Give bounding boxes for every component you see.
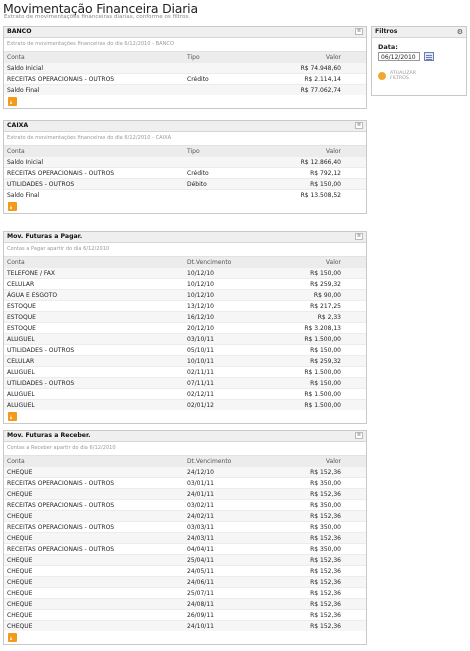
panel-title: CAIXA: [7, 122, 29, 129]
table-row: ESTOQUE 20/12/10 R$ 3.208,13: [4, 322, 366, 333]
table-row: Saldo Inicial R$ 74.948,60: [4, 62, 366, 73]
value-cell: R$ 77.062,74: [300, 87, 341, 94]
filters-panel: Filtros ⚙ Data: 06/12/2010 ATUALIZAR FIL…: [371, 26, 467, 96]
panel-1: CAIXA ≡ Extrato de movimentações finance…: [3, 120, 367, 214]
panel-header: Mov. Futuras a Receber. ≡: [4, 431, 366, 442]
account-cell: ALUGUEL: [7, 402, 35, 409]
panel-2: Mov. Futuras a Pagar. ≡ Contas a Pagar a…: [3, 231, 367, 424]
type-cell: 02/01/12: [187, 402, 214, 409]
refresh-icon: [378, 72, 386, 80]
table-row: CHEQUE 25/04/11 R$ 152,36: [4, 554, 366, 565]
table-row: Saldo Final R$ 77.062,74: [4, 84, 366, 95]
rss-icon[interactable]: [8, 97, 17, 106]
account-cell: Saldo Final: [7, 87, 40, 94]
table-row: CHEQUE 24/08/11 R$ 152,36: [4, 598, 366, 609]
panel-title: Mov. Futuras a Receber.: [7, 432, 91, 439]
value-cell: R$ 13.508,52: [300, 192, 341, 199]
rss-icon[interactable]: [8, 633, 17, 642]
table-row: CELULAR 10/10/11 R$ 259,32: [4, 355, 366, 366]
rss-icon[interactable]: [8, 202, 17, 211]
table-row: CHEQUE 24/12/10 R$ 152,36: [4, 466, 366, 477]
panel-3: Mov. Futuras a Receber. ≡ Contas a Receb…: [3, 430, 367, 645]
account-cell: Saldo Final: [7, 192, 40, 199]
table-row: ÁGUA E ESGOTO 10/12/10 R$ 90,00: [4, 289, 366, 300]
table-row: ALUGUEL 02/12/11 R$ 1.500,00: [4, 388, 366, 399]
table-row: ALUGUEL 02/01/12 R$ 1.500,00: [4, 399, 366, 410]
settings-icon[interactable]: ⚙: [457, 28, 463, 36]
panel-description: Extrato de movimentações financeiras do …: [7, 41, 174, 47]
filters-header: Filtros ⚙: [372, 27, 466, 38]
table-header: Conta Dt.Vencimento Valor: [4, 455, 366, 466]
table-row: RECEITAS OPERACIONAIS - OUTROS 03/03/11 …: [4, 521, 366, 532]
table-row: TELEFONE / FAX 10/12/10 R$ 150,00: [4, 267, 366, 278]
menu-icon[interactable]: ≡: [355, 122, 363, 129]
table-row: RECEITAS OPERACIONAIS - OUTROS 04/04/11 …: [4, 543, 366, 554]
table-row: CHEQUE 24/02/11 R$ 152,36: [4, 510, 366, 521]
menu-icon[interactable]: ≡: [355, 233, 363, 240]
table-row: CHEQUE 25/07/11 R$ 152,36: [4, 587, 366, 598]
table-row: RECEITAS OPERACIONAIS - OUTROS 03/02/11 …: [4, 499, 366, 510]
data-table: Conta Dt.Vencimento Valor CHEQUE 24/12/1…: [4, 455, 366, 631]
table-header: Conta Tipo Valor: [4, 145, 366, 156]
table-row: ESTOQUE 13/12/10 R$ 217,25: [4, 300, 366, 311]
table-row: Saldo Final R$ 13.508,52: [4, 189, 366, 200]
table-row: CHEQUE 24/06/11 R$ 152,36: [4, 576, 366, 587]
panel-header: BANCO ≡: [4, 27, 366, 38]
account-cell: CHEQUE: [7, 623, 33, 630]
date-input[interactable]: 06/12/2010: [378, 52, 420, 61]
table-row: CHEQUE 26/09/11 R$ 152,36: [4, 609, 366, 620]
panel-title: Mov. Futuras a Pagar.: [7, 233, 83, 240]
page-subtitle: Extrato de movimentações financeiras dia…: [4, 14, 191, 20]
rss-icon[interactable]: [8, 412, 17, 421]
table-row: CELULAR 10/12/10 R$ 259,32: [4, 278, 366, 289]
date-label: Data:: [378, 43, 398, 51]
data-table: Conta Tipo Valor Saldo Inicial R$ 12.866…: [4, 145, 366, 200]
table-row: ALUGUEL 03/10/11 R$ 1.500,00: [4, 333, 366, 344]
panel-0: BANCO ≡ Extrato de movimentações finance…: [3, 26, 367, 109]
calendar-icon[interactable]: [424, 52, 434, 61]
table-row: ALUGUEL 02/11/11 R$ 1.500,00: [4, 366, 366, 377]
table-row: CHEQUE 24/05/11 R$ 152,36: [4, 565, 366, 576]
panel-header: CAIXA ≡: [4, 121, 366, 132]
table-row: CHEQUE 24/10/11 R$ 152,36: [4, 620, 366, 631]
table-row: CHEQUE 24/03/11 R$ 152,36: [4, 532, 366, 543]
value-cell: R$ 1.500,00: [304, 402, 341, 409]
table-row: RECEITAS OPERACIONAIS - OUTROS Crédito R…: [4, 73, 366, 84]
table-row: ESTOQUE 16/12/10 R$ 2,33: [4, 311, 366, 322]
panel-header: Mov. Futuras a Pagar. ≡: [4, 232, 366, 243]
table-row: UTILIDADES - OUTROS 07/11/11 R$ 150,00: [4, 377, 366, 388]
table-row: Saldo Inicial R$ 12.866,40: [4, 156, 366, 167]
menu-icon[interactable]: ≡: [355, 28, 363, 35]
table-header: Conta Dt.Vencimento Valor: [4, 256, 366, 267]
update-filters-label: ATUALIZAR FILTROS: [390, 71, 417, 81]
type-cell: 24/10/11: [187, 623, 214, 630]
menu-icon[interactable]: ≡: [355, 432, 363, 439]
table-row: UTILIDADES - OUTROS 05/10/11 R$ 150,00: [4, 344, 366, 355]
filters-title: Filtros: [375, 28, 398, 35]
table-row: CHEQUE 24/01/11 R$ 152,36: [4, 488, 366, 499]
table-header: Conta Tipo Valor: [4, 51, 366, 62]
panel-description: Contas a Receber apartir do dia 6/12/201…: [7, 445, 116, 451]
data-table: Conta Tipo Valor Saldo Inicial R$ 74.948…: [4, 51, 366, 95]
data-table: Conta Dt.Vencimento Valor TELEFONE / FAX…: [4, 256, 366, 410]
table-row: RECEITAS OPERACIONAIS - OUTROS Crédito R…: [4, 167, 366, 178]
panel-title: BANCO: [7, 28, 32, 35]
table-row: UTILIDADES - OUTROS Débito R$ 150,00: [4, 178, 366, 189]
panel-description: Extrato de movimentações financeiras do …: [7, 135, 172, 141]
value-cell: R$ 152,36: [310, 623, 341, 630]
table-row: RECEITAS OPERACIONAIS - OUTROS 03/01/11 …: [4, 477, 366, 488]
panel-description: Contas a Pagar apartir do dia 6/12/2010: [7, 246, 110, 252]
